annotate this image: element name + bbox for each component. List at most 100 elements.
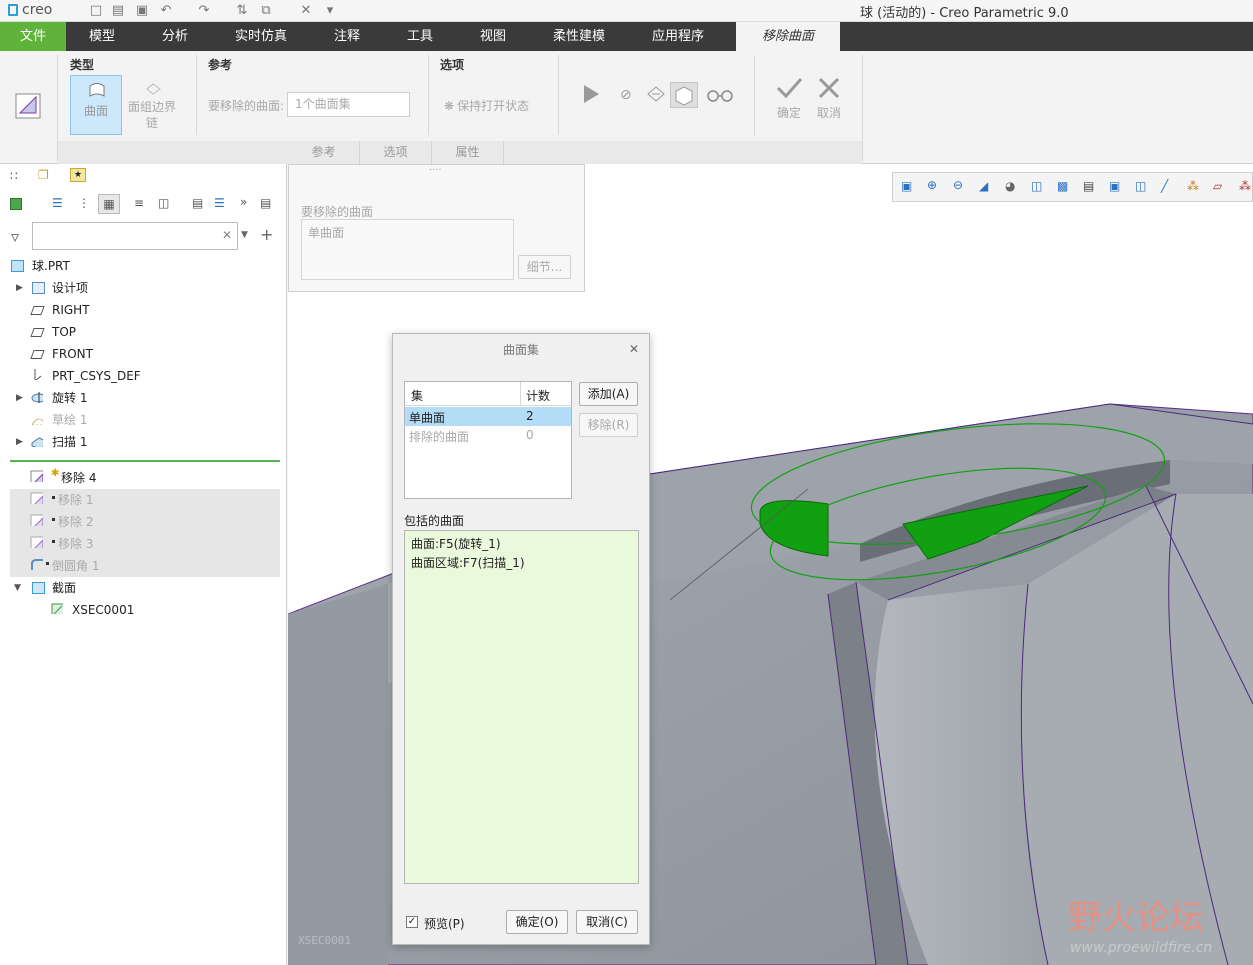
layers-icon[interactable]: ☰: [214, 196, 225, 210]
search-dropdown-icon[interactable]: ▼: [241, 230, 248, 240]
new-file-icon[interactable]: □: [88, 3, 104, 19]
menu-tools[interactable]: 工具: [392, 22, 448, 51]
tree-item-remove-3[interactable]: 移除 3: [10, 533, 280, 555]
add-button[interactable]: 添加(A): [579, 382, 638, 406]
tree-item-xsec[interactable]: XSEC0001: [10, 599, 280, 621]
tree-item-sketch[interactable]: 草绘 1: [10, 409, 280, 431]
display-style-icon[interactable]: ◕: [1005, 179, 1015, 193]
windows-icon[interactable]: ⧉: [258, 3, 274, 19]
collapse-icon[interactable]: ▼: [14, 577, 21, 599]
refit-icon[interactable]: ▣: [901, 179, 912, 193]
remove-button[interactable]: 移除(R): [579, 413, 638, 437]
insert-indicator[interactable]: [10, 460, 280, 462]
tree-item-remove-4[interactable]: ✱ 移除 4: [10, 467, 280, 489]
close-window-icon[interactable]: ✕: [298, 3, 314, 19]
quilt-boundary-chain-button[interactable]: 面组边界 链: [124, 75, 180, 135]
section-view-icon[interactable]: ▣: [1109, 179, 1120, 193]
surface-type-button[interactable]: 曲面: [70, 75, 122, 135]
expand-icon[interactable]: ▶: [16, 431, 23, 453]
repaint-icon[interactable]: ◢: [979, 179, 988, 193]
open-file-icon[interactable]: ▤: [110, 3, 126, 19]
tree-item-front[interactable]: FRONT: [10, 343, 280, 365]
tab-properties[interactable]: 属性: [432, 141, 504, 164]
save-icon[interactable]: ▣: [134, 3, 150, 19]
tree-layout-icon[interactable]: ▦: [98, 194, 120, 214]
folder-browser-tab-icon[interactable]: ❐: [38, 168, 49, 182]
tree-settings-icon[interactable]: ◫: [158, 196, 169, 210]
tree-item-revolve[interactable]: ▶ 旋转 1: [10, 387, 280, 409]
view-manager-icon[interactable]: ▩: [1057, 179, 1068, 193]
point-display-icon[interactable]: ⁂: [1187, 179, 1199, 193]
details-button[interactable]: 细节...: [518, 255, 571, 279]
annotation-display-icon[interactable]: ⁂: [1239, 179, 1251, 193]
favorites-tab-icon[interactable]: ★: [70, 168, 86, 182]
tree-search-input[interactable]: [33, 223, 213, 249]
list-item[interactable]: 曲面:F5(旋转_1): [411, 535, 501, 552]
dialog-cancel-button[interactable]: 取消(C): [576, 910, 638, 934]
ref-collector-item[interactable]: 单曲面: [308, 224, 344, 241]
panel-grip-icon[interactable]: ····: [429, 165, 442, 176]
customize-qat-icon[interactable]: ▾: [322, 3, 338, 19]
dialog-close-icon[interactable]: ✕: [629, 342, 639, 356]
menu-flexible-modeling[interactable]: 柔性建模: [540, 22, 618, 51]
verify-mode-button[interactable]: [670, 82, 698, 108]
clear-search-icon[interactable]: ✕: [222, 228, 232, 242]
zoom-in-icon[interactable]: ⊕: [927, 178, 937, 192]
menu-analysis[interactable]: 分析: [144, 22, 206, 51]
perspective-view-icon[interactable]: ▤: [1083, 179, 1094, 193]
expand-icon[interactable]: ▶: [16, 277, 23, 299]
ref-collector[interactable]: 单曲面: [301, 219, 514, 280]
table-row[interactable]: 单曲面 2: [405, 407, 571, 426]
preview-feature-icon[interactable]: [646, 85, 666, 106]
table-row[interactable]: 排除的曲面 0: [405, 426, 571, 445]
surfaces-to-remove-field[interactable]: 1个曲面集: [287, 92, 410, 117]
tree-item-right[interactable]: RIGHT: [10, 299, 280, 321]
tree-columns-icon[interactable]: ⋮: [78, 196, 90, 210]
menu-applications[interactable]: 应用程序: [638, 22, 718, 51]
tab-options[interactable]: 选项: [360, 141, 432, 164]
zoom-out-icon[interactable]: ⊖: [953, 178, 963, 192]
menu-remove-surface[interactable]: 移除曲面: [736, 22, 840, 51]
tree-search-box[interactable]: ✕: [32, 222, 238, 250]
no-preview-icon[interactable]: ⊘: [620, 87, 632, 103]
saved-orientations-icon[interactable]: ◫: [1031, 179, 1042, 193]
expand-icon[interactable]: ▶: [16, 387, 23, 409]
tree-item-section[interactable]: ▼ 截面: [10, 577, 280, 599]
show-icon[interactable]: [10, 198, 22, 210]
tree-item-csys[interactable]: PRT_CSYS_DEF: [10, 365, 280, 387]
regenerate-icon[interactable]: ⇅: [234, 3, 250, 19]
preview-checkbox[interactable]: ✓: [406, 916, 418, 928]
tree-item-remove-2[interactable]: 移除 2: [10, 511, 280, 533]
keep-open-option[interactable]: ❋ 保持打开状态: [444, 97, 529, 114]
menu-live-simulation[interactable]: 实时仿真: [222, 22, 300, 51]
add-icon[interactable]: +: [260, 225, 273, 244]
tree-item-design-items[interactable]: ▶ 设计项: [10, 277, 280, 299]
tree-item-part[interactable]: 球.PRT: [10, 255, 280, 277]
ok-button[interactable]: 确定: [774, 75, 804, 121]
list-item[interactable]: 曲面区域:F7(扫描_1): [411, 554, 525, 571]
dialog-ok-button[interactable]: 确定(O): [506, 910, 568, 934]
included-surfaces-list[interactable]: 曲面:F5(旋转_1) 曲面区域:F7(扫描_1): [404, 530, 639, 884]
cancel-button[interactable]: 取消: [814, 75, 844, 121]
undo-icon[interactable]: ↶: [158, 3, 174, 19]
tree-item-top[interactable]: TOP: [10, 321, 280, 343]
tree-list-icon[interactable]: ☰: [52, 196, 63, 210]
csys-display-icon[interactable]: ▱: [1213, 179, 1222, 193]
tree-filter-icon[interactable]: ≡: [134, 196, 144, 210]
tree-item-remove-1[interactable]: 移除 1: [10, 489, 280, 511]
menu-annotate[interactable]: 注释: [318, 22, 376, 51]
axis-display-icon[interactable]: ╱: [1161, 179, 1168, 193]
tree-item-round[interactable]: 倒圆角 1: [10, 555, 280, 577]
menu-view[interactable]: 视图: [464, 22, 522, 51]
redo-icon[interactable]: ↷: [196, 3, 212, 19]
page-icon[interactable]: ▤: [260, 196, 271, 210]
layer-icon[interactable]: ▤: [192, 196, 203, 210]
menu-file[interactable]: 文件: [0, 22, 66, 51]
more-icon[interactable]: »: [240, 195, 247, 209]
model-tree-tab-icon[interactable]: ∷: [10, 169, 18, 183]
tree-item-sweep[interactable]: ▶ 扫描 1: [10, 431, 280, 453]
tab-references[interactable]: 参考: [288, 141, 360, 164]
menu-model[interactable]: 模型: [70, 22, 134, 51]
resume-icon[interactable]: [582, 83, 600, 108]
glasses-icon[interactable]: [706, 88, 734, 105]
